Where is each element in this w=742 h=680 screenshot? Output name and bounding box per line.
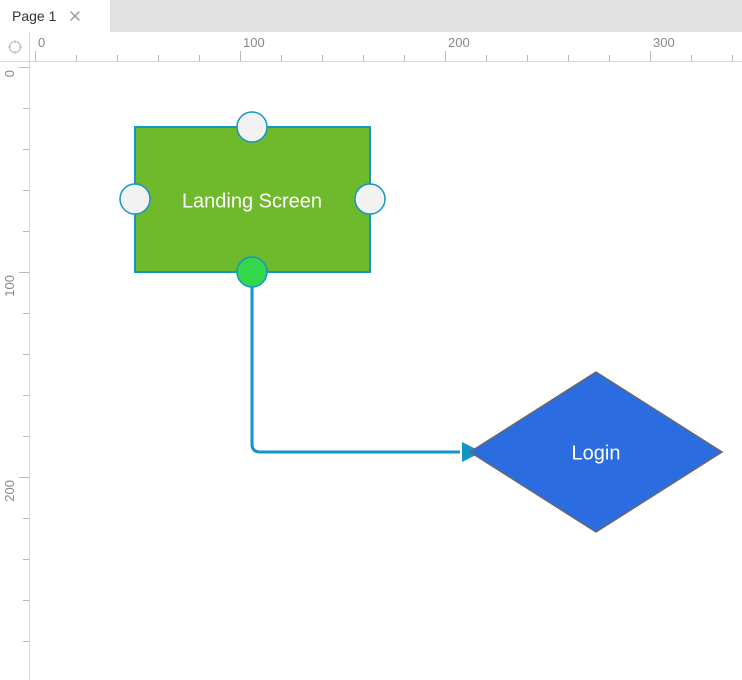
shape-login[interactable]: Login (470, 372, 722, 532)
connection-handle-top[interactable] (237, 112, 267, 142)
ruler-h-label: 200 (448, 35, 470, 50)
connection-handle-bottom[interactable] (237, 257, 267, 287)
ruler-horizontal[interactable]: 0 100 200 300 (30, 32, 742, 62)
ruler-v-label: 0 (2, 70, 17, 77)
tab-page[interactable]: Page 1 (0, 0, 110, 32)
ruler-vertical[interactable]: 0 100 200 (0, 62, 30, 680)
ruler-h-label: 300 (653, 35, 675, 50)
tab-bar: Page 1 (0, 0, 742, 32)
ruler-v-label: 100 (2, 275, 17, 297)
connector-landing-login[interactable] (252, 272, 460, 452)
shape-landing-label: Landing Screen (182, 190, 322, 212)
shape-login-label: Login (572, 442, 621, 464)
connection-handle-right[interactable] (355, 184, 385, 214)
shape-landing[interactable]: Landing Screen (120, 112, 385, 287)
ruler-origin[interactable] (0, 32, 30, 62)
tab-label: Page 1 (12, 8, 56, 24)
ruler-h-label: 100 (243, 35, 265, 50)
ruler-v-label: 200 (2, 480, 17, 502)
ruler-h-label: 0 (38, 35, 45, 50)
connection-handle-left[interactable] (120, 184, 150, 214)
close-icon[interactable] (68, 9, 82, 23)
diagram-canvas[interactable]: Login Landing Screen (30, 62, 742, 680)
